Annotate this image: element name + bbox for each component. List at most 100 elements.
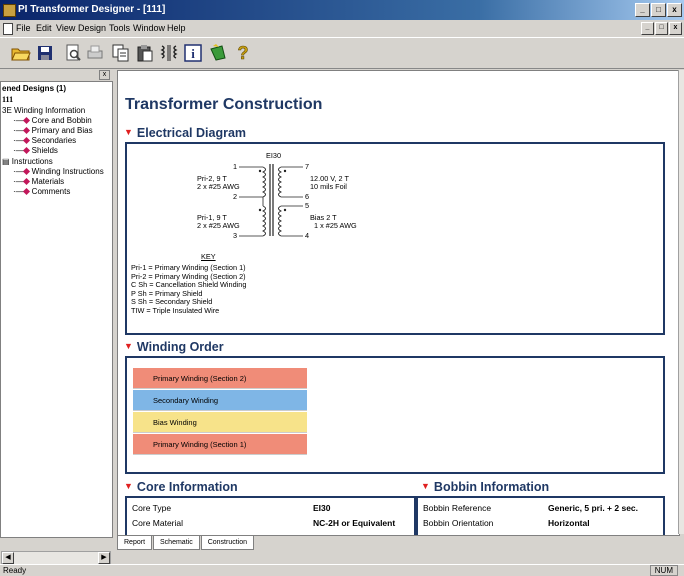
tab-construction[interactable]: Construction	[200, 535, 254, 550]
tree-item-materials[interactable]: ·— Materials	[13, 177, 64, 186]
key-title: KEY	[201, 252, 216, 261]
key-line: TIW = Triple Insulated Wire	[131, 305, 220, 315]
section-title-text: Bobbin Information	[433, 480, 550, 494]
menu-file[interactable]: File	[16, 23, 31, 33]
tree-item-primary-and-bias[interactable]: ·— Primary and Bias	[13, 126, 93, 135]
panel-close-button[interactable]: x	[99, 70, 110, 80]
mdi-maximize-button[interactable]: □	[655, 22, 668, 35]
winding-order-item: Primary Winding (Section 2)	[133, 368, 307, 389]
bobbin-reference-value: Generic, 5 pri. + 2 sec.	[548, 503, 639, 513]
core-label: EI30	[266, 151, 282, 160]
core-information-box: Core Type EI30 Core Material NC-2H or Eq…	[125, 496, 416, 535]
tree-root-item[interactable]: 111	[2, 95, 13, 104]
pin-3-label: 3	[233, 231, 238, 240]
help-icon[interactable]: ?	[232, 42, 254, 64]
status-text: Ready	[3, 566, 27, 575]
tree-item-winding-instructions[interactable]: ·— Winding Instructions	[13, 167, 104, 176]
tree-item-label: Secondaries	[31, 136, 77, 145]
collapse-triangle-icon[interactable]: ▼	[124, 127, 133, 137]
wizard-icon[interactable]	[207, 42, 229, 64]
pin-2-label: 2	[233, 192, 238, 201]
pin-4-label: 4	[305, 231, 310, 240]
instructions-book-icon: ▤	[2, 157, 12, 166]
view-tabs: Report Schematic Construction	[117, 535, 255, 550]
content-vertical-scrollbar[interactable]	[678, 70, 684, 534]
menu-design[interactable]: Design	[78, 23, 106, 33]
close-button[interactable]: x	[667, 3, 682, 17]
status-bar: Ready NUM	[0, 564, 684, 576]
bobbin-information-heading: ▼ Bobbin Information	[421, 480, 549, 494]
print-icon[interactable]	[84, 42, 106, 64]
tree-item-label: Comments	[31, 187, 71, 196]
core-information-heading: ▼ Core Information	[124, 480, 238, 494]
mdi-close-button[interactable]: x	[669, 22, 682, 35]
menu-window[interactable]: Window	[133, 23, 165, 33]
toolbar: i ?	[0, 37, 684, 69]
section-title-text: Core Information	[136, 480, 238, 494]
collapse-triangle-icon[interactable]: ▼	[124, 481, 133, 491]
page-title: Transformer Construction	[125, 96, 323, 113]
tree-item-instructions[interactable]: ▤ Instructions	[2, 157, 53, 166]
document-icon	[3, 23, 13, 35]
scroll-right-arrow-icon[interactable]: ▶	[98, 552, 110, 564]
open-folder-icon[interactable]	[10, 42, 32, 64]
tree-item-label: Instructions	[11, 157, 53, 166]
pin-1-label: 1	[233, 162, 238, 171]
core-type-value: EI30	[313, 503, 331, 513]
minimize-button[interactable]: _	[635, 3, 650, 17]
tab-report[interactable]: Report	[117, 535, 153, 550]
tree-item-label: Winding Instructions	[31, 167, 104, 176]
tree-item-label: Shields	[31, 146, 58, 155]
winding-order-item: Bias Winding	[133, 412, 307, 433]
electrical-diagram-heading: ▼ Electrical Diagram	[124, 126, 246, 140]
section-title-text: Electrical Diagram	[136, 126, 247, 140]
bias-wire: 1 x #25 AWG	[314, 221, 357, 230]
maximize-button[interactable]: □	[651, 3, 666, 17]
app-icon	[3, 4, 16, 17]
section-title-text: Winding Order	[136, 340, 224, 354]
pri1-wire: 2 x #25 AWG	[197, 221, 240, 230]
window-title: PI Transformer Designer - [111]	[18, 4, 166, 15]
tree-item-shields[interactable]: ·— Shields	[13, 146, 58, 155]
mdi-minimize-button[interactable]: _	[641, 22, 654, 35]
core-type-label: Core Type	[132, 503, 172, 513]
tree-item-winding-information[interactable]: 3E Winding Information	[2, 106, 85, 115]
collapse-triangle-icon[interactable]: ▼	[421, 481, 430, 491]
svg-text:?: ?	[238, 43, 249, 63]
bobbin-orientation-value: Horizontal	[548, 518, 590, 528]
copy-icon[interactable]	[110, 42, 132, 64]
tree-item-label: Primary and Bias	[31, 126, 93, 135]
winding-order-item: Secondary Winding	[133, 390, 307, 411]
save-icon[interactable]	[34, 42, 56, 64]
winding-order-item: Primary Winding (Section 1)	[133, 434, 307, 455]
info-icon[interactable]: i	[182, 42, 204, 64]
core-material-label: Core Material	[132, 518, 184, 528]
winding-group-icon: 3E	[2, 106, 15, 115]
scroll-left-arrow-icon[interactable]: ◀	[2, 552, 14, 564]
pin-7-label: 7	[305, 162, 310, 171]
tree-header: ened Designs (1)	[2, 84, 67, 93]
menu-edit[interactable]: Edit	[36, 23, 52, 33]
collapse-triangle-icon[interactable]: ▼	[124, 341, 133, 351]
winding-order-box: Primary Winding (Section 2) Secondary Wi…	[125, 356, 665, 474]
menu-tools[interactable]: Tools	[109, 23, 130, 33]
paste-icon[interactable]	[134, 42, 156, 64]
tree-item-comments[interactable]: ·— Comments	[13, 187, 70, 196]
bobbin-information-box: Bobbin Reference Generic, 5 pri. + 2 sec…	[416, 496, 665, 535]
secondary-wire: 10 mils Foil	[310, 182, 347, 191]
title-bar: PI Transformer Designer - [111] _ □ x	[0, 0, 684, 20]
report-view: Transformer Construction ▼ Electrical Dia…	[117, 70, 680, 536]
tab-schematic[interactable]: Schematic	[153, 535, 200, 550]
design-tree: ened Designs (1) 111 3E Winding Informat…	[0, 81, 113, 538]
num-lock-indicator: NUM	[649, 565, 678, 576]
print-preview-icon[interactable]	[62, 42, 84, 64]
menu-bar: File Edit View Design Tools Window Help …	[0, 21, 684, 36]
winding-symbol-icon[interactable]	[158, 42, 180, 64]
winding-order-heading: ▼ Winding Order	[124, 340, 224, 354]
tree-item-secondaries[interactable]: ·— Secondaries	[13, 136, 76, 145]
menu-view[interactable]: View	[56, 23, 75, 33]
tree-item-core-and-bobbin[interactable]: ·— Core and Bobbin	[13, 116, 92, 125]
menu-help[interactable]: Help	[167, 23, 186, 33]
bobbin-reference-label: Bobbin Reference	[423, 503, 492, 513]
tree-horizontal-scrollbar[interactable]: ◀ ▶	[1, 551, 111, 565]
